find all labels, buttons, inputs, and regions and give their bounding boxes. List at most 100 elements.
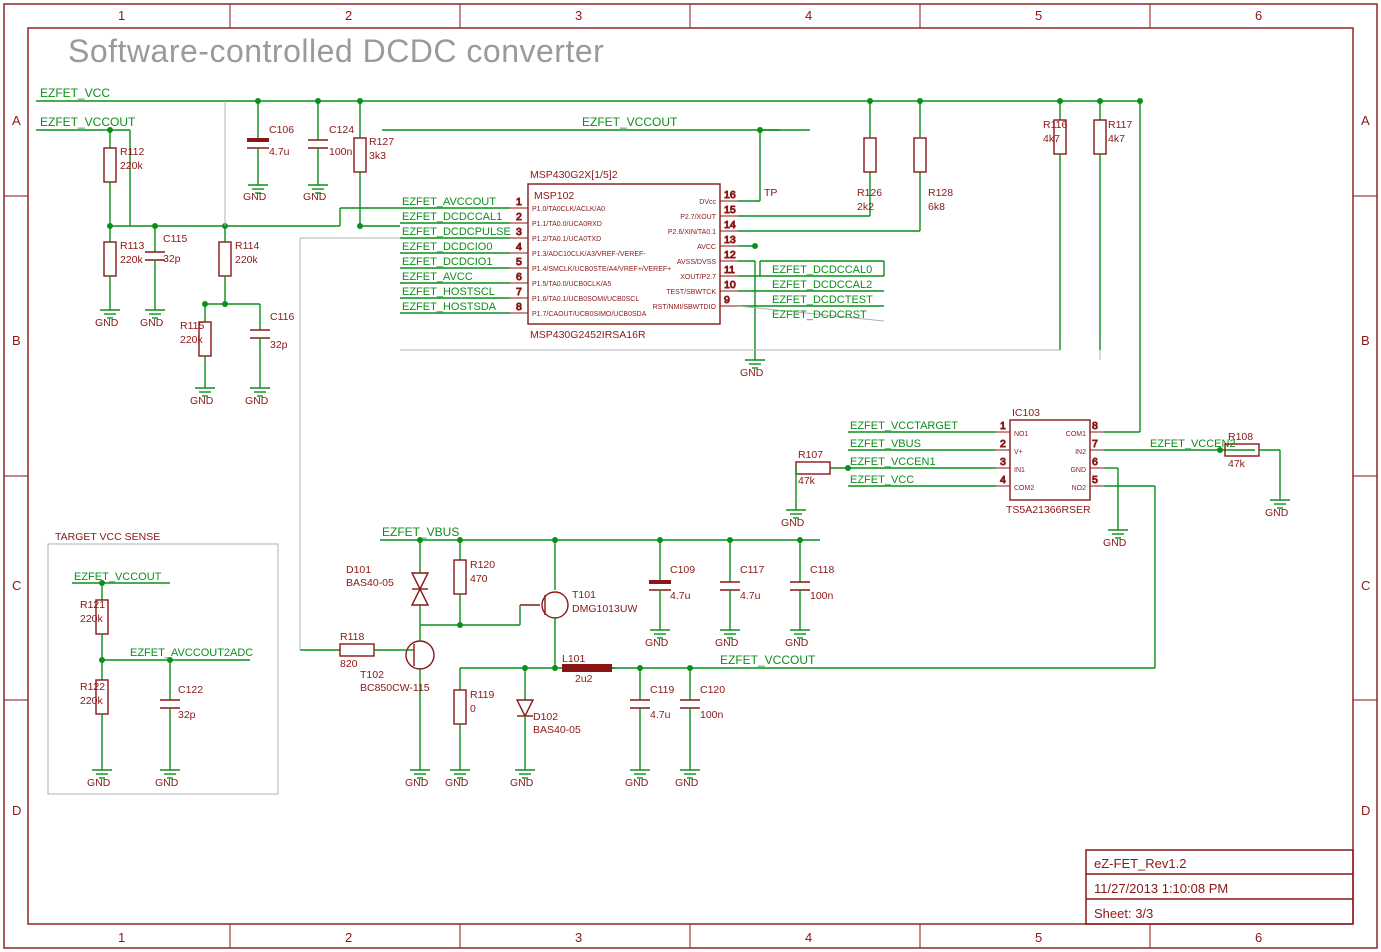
svg-text:EZFET_VCCEN2: EZFET_VCCEN2 (1150, 438, 1236, 450)
res-R114: R114 220k (219, 223, 259, 304)
net-label: EZFET_VCCOUT (40, 115, 136, 129)
svg-text:GND: GND (1103, 537, 1127, 549)
target-vcc-sense: TARGET VCC SENSE EZFET_VCCOUT R121 220k … (48, 531, 278, 794)
res-R107: R107 47k GND (781, 449, 851, 529)
svg-text:47k: 47k (1228, 458, 1246, 470)
svg-text:EZFET_VCC: EZFET_VCC (850, 474, 914, 486)
frame-inner (28, 28, 1353, 924)
svg-text:3k3: 3k3 (369, 150, 386, 162)
gnd-label: GND (740, 367, 764, 379)
svg-text:C109: C109 (670, 564, 695, 576)
svg-text:3: 3 (1000, 456, 1006, 468)
net-label: EZFET_VCCOUT (720, 653, 816, 667)
res-R117: R117 4k7 (1094, 98, 1132, 350)
frame-col: 4 (805, 930, 812, 945)
svg-text:4: 4 (516, 241, 522, 253)
frame-row: D (12, 803, 21, 818)
svg-text:AVCC: AVCC (697, 244, 716, 251)
svg-text:4.7u: 4.7u (670, 590, 691, 602)
svg-text:C120: C120 (700, 684, 725, 696)
titleblock-title: eZ-FET_Rev1.2 (1094, 856, 1186, 871)
svg-text:DVcc: DVcc (699, 199, 716, 206)
ic103-nets: EZFET_VCCTARGET EZFET_VBUS EZFET_VCCEN1 … (848, 98, 1255, 668)
svg-text:4: 4 (1000, 474, 1006, 486)
svg-text:GND: GND (95, 317, 119, 329)
svg-text:NO1: NO1 (1014, 431, 1029, 438)
svg-text:BAS40-05: BAS40-05 (533, 724, 581, 736)
net-label: EZFET_VBUS (382, 525, 459, 539)
svg-text:COM2: COM2 (1014, 485, 1034, 492)
frame-col-ticks (230, 4, 1150, 948)
svg-text:EZFET_HOSTSDA: EZFET_HOSTSDA (402, 301, 497, 313)
svg-text:GND: GND (625, 777, 649, 789)
svg-text:EZFET_DCDCIO1: EZFET_DCDCIO1 (402, 256, 492, 268)
svg-text:GND: GND (155, 777, 179, 789)
svg-text:GND: GND (303, 191, 327, 203)
svg-text:8: 8 (1092, 420, 1098, 432)
svg-text:C124: C124 (329, 124, 354, 136)
svg-text:4.7u: 4.7u (740, 590, 761, 602)
res-R113: R113 220k GND (95, 223, 144, 329)
svg-text:C118: C118 (810, 564, 834, 576)
frame-row: C (1361, 578, 1370, 593)
schematic-sheet: 1 2 3 4 5 6 1 2 3 4 5 6 A B C D A B C D … (0, 0, 1381, 952)
cap-C106: C106 4.7u GND (243, 124, 294, 203)
svg-text:P1.3/ADC10CLK/A3/VREF-/VEREF-: P1.3/ADC10CLK/A3/VREF-/VEREF- (532, 251, 646, 258)
net-label: EZFET_VCC (40, 86, 110, 100)
svg-text:TEST/SBWTCK: TEST/SBWTCK (666, 289, 716, 296)
svg-text:C115: C115 (163, 233, 187, 245)
net-label: EZFET_VCCOUT (582, 115, 678, 129)
svg-text:820: 820 (340, 658, 358, 670)
svg-text:BC850CW-115: BC850CW-115 (360, 682, 430, 694)
svg-text:15: 15 (724, 204, 736, 216)
svg-text:1: 1 (1000, 420, 1006, 432)
svg-text:6: 6 (1092, 456, 1098, 468)
svg-text:100n: 100n (810, 590, 834, 602)
svg-text:EZFET_DCDCCAL2: EZFET_DCDCCAL2 (772, 279, 872, 291)
svg-text:100n: 100n (700, 709, 724, 721)
svg-text:220k: 220k (235, 254, 259, 266)
svg-text:MSP102: MSP102 (534, 190, 574, 202)
svg-text:P1.4/SMCLK/UCB0STE/A4/VREF+/VE: P1.4/SMCLK/UCB0STE/A4/VREF+/VEREF+ (532, 266, 671, 273)
svg-text:D102: D102 (533, 711, 558, 723)
svg-text:GND: GND (675, 777, 699, 789)
svg-text:100n: 100n (329, 146, 353, 158)
res-R108: R108 47k GND (1217, 431, 1290, 519)
svg-text:NO2: NO2 (1072, 485, 1087, 492)
cap-C116: C116 32p GND (205, 301, 294, 407)
frame-col: 6 (1255, 8, 1262, 23)
frame-row: B (1361, 333, 1370, 348)
res-R127: R127 3k3 (354, 98, 394, 226)
frame-row: A (1361, 113, 1370, 128)
res-R115: R115 220k GND (180, 301, 215, 407)
svg-text:220k: 220k (180, 334, 204, 346)
svg-text:TP: TP (764, 187, 777, 199)
res-R118: R118 820 (300, 631, 400, 670)
svg-text:C119: C119 (650, 684, 674, 696)
res-R116: R116 4k7 (1043, 98, 1067, 350)
svg-text:5: 5 (1092, 474, 1098, 486)
svg-text:L101: L101 (562, 653, 586, 665)
svg-text:DMG1013UW: DMG1013UW (572, 603, 637, 615)
svg-text:R127: R127 (369, 136, 394, 148)
svg-text:5: 5 (516, 256, 522, 268)
svg-text:4k7: 4k7 (1108, 133, 1125, 145)
svg-text:XOUT/P2.7: XOUT/P2.7 (680, 274, 716, 281)
svg-text:EZFET_DCDCCAL0: EZFET_DCDCCAL0 (772, 264, 872, 276)
svg-text:EZFET_HOSTSCL: EZFET_HOSTSCL (402, 286, 495, 298)
svg-text:470: 470 (470, 573, 488, 585)
fet-T101: T101 DMG1013UW (520, 537, 637, 668)
svg-text:EZFET_VCCTARGET: EZFET_VCCTARGET (850, 420, 958, 432)
svg-text:EZFET_AVCC: EZFET_AVCC (402, 271, 473, 283)
svg-text:GND: GND (645, 637, 669, 649)
svg-text:4.7u: 4.7u (269, 146, 290, 158)
svg-text:R117: R117 (1108, 119, 1132, 131)
svg-text:V+: V+ (1014, 449, 1023, 456)
svg-text:IN2: IN2 (1075, 449, 1086, 456)
titleblock-date: 11/27/2013 1:10:08 PM (1094, 881, 1228, 896)
svg-text:EZFET_AVCCOUT2ADC: EZFET_AVCCOUT2ADC (130, 647, 253, 659)
svg-text:EZFET_DCDCRST: EZFET_DCDCRST (772, 309, 867, 321)
svg-text:GND: GND (1265, 507, 1289, 519)
cap-C120: C120 100n GND (675, 665, 725, 789)
svg-text:C106: C106 (269, 124, 294, 136)
